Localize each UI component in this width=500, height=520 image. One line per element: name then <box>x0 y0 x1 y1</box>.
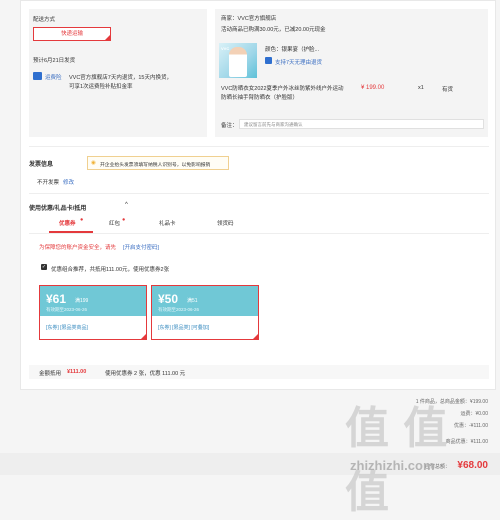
express-button[interactable]: 快递运输 <box>33 27 111 41</box>
watermark-logo: 值 值 值 <box>345 404 449 517</box>
product-thumbnail[interactable]: VVC <box>219 43 257 78</box>
coupon-card[interactable]: ¥50 满51 有效期至2023-06-26 [东券] [限品类] [可叠加] <box>151 285 259 340</box>
shop-name: 商家：VVC官方旗舰店 <box>221 16 277 22</box>
lightbulb-icon: ◉ <box>91 160 96 166</box>
product-price: ¥ 199.00 <box>361 85 385 91</box>
invoice-tip: ◉ 开企业抬头发票须填写纳税人识别号，以免影响报销 <box>87 156 229 170</box>
coupon-amount: ¥61 <box>46 292 67 306</box>
enable-password-link[interactable]: [开启支付密码] <box>123 243 159 251</box>
deduction-desc: 使用优惠券 2 张，优惠 111.00 元 <box>105 371 186 377</box>
tab-dot: ● <box>122 217 126 223</box>
shipping-panel: 配送方式 快递运输 预计6月21日发货 运费险 VVC官方旗舰店7天内退货，15… <box>29 9 207 137</box>
recommend-checkbox[interactable]: ✓ <box>41 264 47 270</box>
tab-redpacket[interactable]: 红包 <box>109 219 120 227</box>
product-title-1[interactable]: VVC防晒衣女2022夏季户外冰丝防紫外线户外运动 <box>221 84 344 92</box>
tab-dot: ● <box>80 217 84 223</box>
product-color: 颜色：银果宴（护脸... <box>265 47 320 53</box>
tab-pickup-code[interactable]: 领货码 <box>217 219 234 227</box>
selected-corner-icon <box>105 35 110 40</box>
coupon-section-title: 使用优惠/礼品卡/抵用 <box>29 206 87 212</box>
security-warning: 为保障您的账户资金安全，请先 <box>39 245 117 251</box>
return-label[interactable]: 运费险 <box>45 73 62 81</box>
shipping-label: 配送方式 <box>33 17 56 23</box>
coupon-total-bar: 金额抵用 ¥111.00 使用优惠券 2 张，优惠 111.00 元 <box>29 365 489 379</box>
coupon-validity: 有效期至2023-06-26 <box>46 307 88 312</box>
product-figure <box>229 47 247 77</box>
arrival-text: 预计6月21日发货 <box>33 58 76 64</box>
remark-label: 备注： <box>221 123 238 129</box>
coupon-condition: 满199 <box>75 298 89 304</box>
coupon-amount: ¥50 <box>158 292 179 306</box>
invoice-edit-link[interactable]: 修改 <box>63 178 74 186</box>
tab-giftcard[interactable]: 礼品卡 <box>159 219 176 227</box>
deduction-label: 金额抵用 <box>39 371 62 377</box>
remark-input[interactable]: 建议留言前先与商家沟通确认 <box>239 119 484 129</box>
coupon-validity: 有效期至2023-06-26 <box>158 307 200 312</box>
return-desc: VVC官方旗舰店7天内退货，15天内换货， <box>69 75 172 81</box>
coupon-links[interactable]: [东券] [限品类] [可叠加] <box>158 324 209 331</box>
shield-icon <box>265 57 272 64</box>
watermark-url: zhizhizhi.com <box>350 458 435 473</box>
product-qty: x1 <box>418 85 424 91</box>
product-title-2[interactable]: 防晒长袖手臂防晒衣（护脸版） <box>221 93 298 101</box>
coupon-condition: 满51 <box>187 298 198 304</box>
tab-coupon[interactable]: 优惠券 <box>59 219 76 227</box>
coupon-links[interactable]: [东券] [限品类商品] <box>46 324 88 331</box>
coupon-card[interactable]: ¥61 满199 有效期至2023-06-26 [东券] [限品类商品] <box>39 285 147 340</box>
product-stock: 有货 <box>442 87 454 93</box>
return-icon <box>33 72 42 80</box>
divider <box>29 193 489 194</box>
recommend-label: 优惠组合推荐，共抵用111.00元，使用优惠券2张 <box>51 267 170 273</box>
divider <box>29 146 489 147</box>
support-text: 支持7天无理由退货 <box>275 60 323 66</box>
chevron-up-icon[interactable]: ^ <box>125 202 128 208</box>
deduction-amount: ¥111.00 <box>67 369 87 375</box>
promo-text: 活动商品已购满30.00元，已减20.00元现金 <box>221 27 326 33</box>
invoice-status: 不开发票 <box>37 180 60 186</box>
checkmark-corner-icon <box>253 334 258 339</box>
invoice-title: 发票信息 <box>29 162 54 168</box>
divider <box>29 233 489 234</box>
order-card: 配送方式 快递运输 预计6月21日发货 运费险 VVC官方旗舰店7天内退货，15… <box>20 0 496 390</box>
checkmark-corner-icon <box>141 334 146 339</box>
return-desc-2: 可享1次运费险补贴扣金率 <box>69 84 133 90</box>
